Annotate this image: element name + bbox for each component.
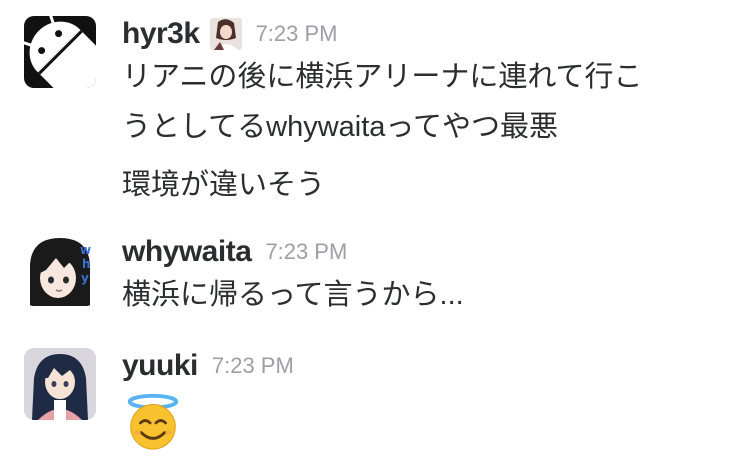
timestamp[interactable]: 7:23 PM (212, 353, 294, 379)
username[interactable]: whywaita (122, 235, 252, 269)
message-header: whywaita 7:23 PM (122, 234, 730, 270)
smiling-face-with-halo-emoji (127, 393, 179, 450)
anime-character-avatar: w h y (24, 234, 96, 306)
message-text-line: うとしてるwhywaitaってやつ最悪 (122, 111, 558, 143)
anime-character-avatar (24, 348, 96, 420)
avatar-hyr3k[interactable] (24, 16, 96, 88)
message-content-whywaita: whywaita 7:23 PM 横浜に帰るって言うから... (122, 234, 730, 320)
message-text-line: 環境が違いそう (122, 169, 326, 201)
avatar-yuuki[interactable] (24, 348, 96, 420)
message-content-hyr3k: hyr3k 7:23 PM リアニの後に横浜アリーナに連れて行こ うとしてるwh… (122, 16, 730, 210)
username[interactable]: yuuki (122, 349, 198, 383)
svg-text:w: w (80, 243, 91, 257)
message-header: hyr3k 7:23 PM (122, 16, 730, 52)
username[interactable]: hyr3k (122, 17, 200, 51)
user-photo-badge (209, 18, 242, 50)
timestamp[interactable]: 7:23 PM (256, 21, 338, 47)
avatar-whywaita[interactable]: w h y (24, 234, 96, 306)
message-text-line: 横浜に帰るって言うから... (122, 279, 464, 311)
svg-text:h: h (82, 257, 91, 271)
message-text-line: リアニの後に横浜アリーナに連れて行こ (122, 61, 643, 93)
android-logo-icon (24, 16, 96, 88)
message-header: yuuki 7:23 PM (122, 348, 730, 384)
svg-text:y: y (81, 271, 89, 285)
timestamp[interactable]: 7:23 PM (265, 239, 347, 265)
message-content-yuuki: yuuki 7:23 PM (122, 348, 730, 457)
